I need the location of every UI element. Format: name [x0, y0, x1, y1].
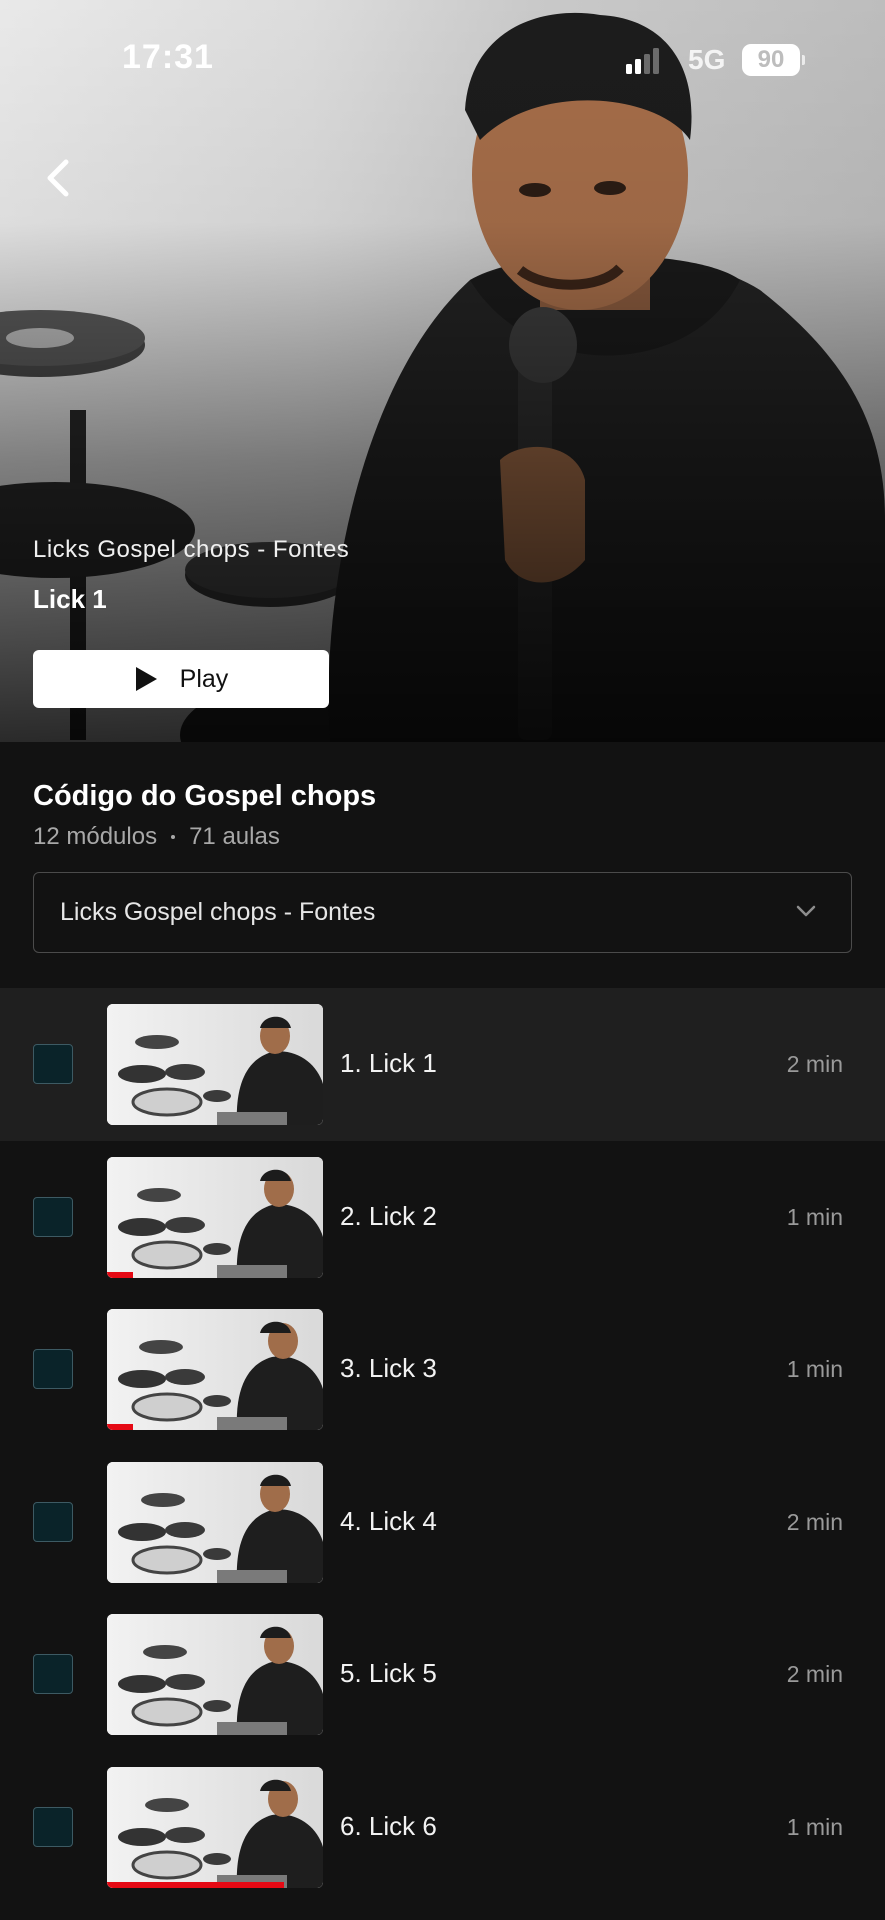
lesson-checkbox[interactable]	[33, 1044, 73, 1084]
lesson-thumbnail[interactable]	[107, 1461, 323, 1583]
lesson-row-title: 1. Lick 1	[340, 1048, 437, 1078]
lesson-row-title: 5. Lick 5	[340, 1658, 437, 1688]
lesson-duration: 2 min	[786, 1508, 843, 1535]
lesson-checkbox[interactable]	[33, 1501, 73, 1542]
signal-icon	[626, 48, 659, 74]
chevron-down-icon	[796, 905, 816, 917]
play-icon	[135, 667, 157, 691]
lesson-thumbnail[interactable]	[107, 1766, 323, 1888]
course-title: Código do Gospel chops	[33, 780, 377, 812]
lesson-checkbox[interactable]	[33, 1349, 73, 1389]
lesson-row[interactable]: 2. Lick 2 1 min	[0, 1141, 885, 1294]
play-label: Play	[179, 664, 229, 693]
module-name: Licks Gospel chops - Fontes	[33, 536, 350, 563]
status-bar: 17:31 5G 90	[0, 0, 885, 120]
lesson-row[interactable]: 6. Lick 6 1 min	[0, 1751, 885, 1904]
module-select[interactable]: Licks Gospel chops - Fontes	[33, 872, 852, 953]
lesson-progress-bar	[107, 1271, 133, 1278]
lesson-duration: 1 min	[786, 1356, 843, 1382]
network-label: 5G	[688, 44, 726, 75]
lesson-duration: 1 min	[786, 1203, 843, 1230]
hero-banner: 17:31 5G 90 Licks Gospel chops - Fontes …	[0, 0, 885, 742]
module-select-value: Licks Gospel chops - Fontes	[60, 898, 376, 926]
lesson-row-title: 4. Lick 4	[340, 1505, 437, 1536]
status-time: 17:31	[122, 38, 214, 76]
lesson-list: 1. Lick 1 2 min 2. Lick 2 1 min 3. Lick …	[0, 988, 885, 1903]
lesson-checkbox[interactable]	[33, 1654, 73, 1694]
lesson-row[interactable]: 5. Lick 5 2 min	[0, 1598, 885, 1751]
modules-count: 12 módulos	[33, 823, 158, 850]
lesson-thumbnail[interactable]	[107, 1614, 323, 1735]
lesson-checkbox[interactable]	[33, 1196, 73, 1237]
lesson-duration: 1 min	[786, 1813, 843, 1840]
lesson-row[interactable]: 4. Lick 4 2 min	[0, 1446, 885, 1599]
battery-icon: 90	[742, 44, 805, 76]
lesson-row-title: 2. Lick 2	[340, 1200, 437, 1231]
lesson-row[interactable]: 1. Lick 1 2 min	[0, 988, 885, 1141]
lesson-progress-bar	[107, 1424, 133, 1430]
lesson-page: 17:31 5G 90 Licks Gospel chops - Fontes …	[0, 0, 885, 1920]
course-meta: 12 módulos 71 aulas	[33, 823, 280, 851]
play-button[interactable]: Play	[33, 650, 329, 708]
lessons-count: 71 aulas	[189, 823, 280, 850]
lesson-thumbnail[interactable]	[107, 1156, 323, 1278]
lesson-title: Lick 1	[33, 584, 107, 614]
back-button[interactable]	[36, 150, 84, 206]
separator-dot	[171, 835, 176, 839]
lesson-row-title: 3. Lick 3	[340, 1353, 437, 1383]
lesson-thumbnail[interactable]	[107, 1004, 323, 1125]
lesson-checkbox[interactable]	[33, 1806, 73, 1847]
lesson-thumbnail[interactable]	[107, 1309, 323, 1430]
lesson-duration: 2 min	[786, 1661, 843, 1687]
lesson-progress-bar	[107, 1881, 285, 1888]
lesson-row-title: 6. Lick 6	[340, 1810, 437, 1841]
lesson-duration: 2 min	[786, 1051, 843, 1077]
chevron-left-icon	[47, 159, 69, 197]
lesson-row[interactable]: 3. Lick 3 1 min	[0, 1293, 885, 1446]
